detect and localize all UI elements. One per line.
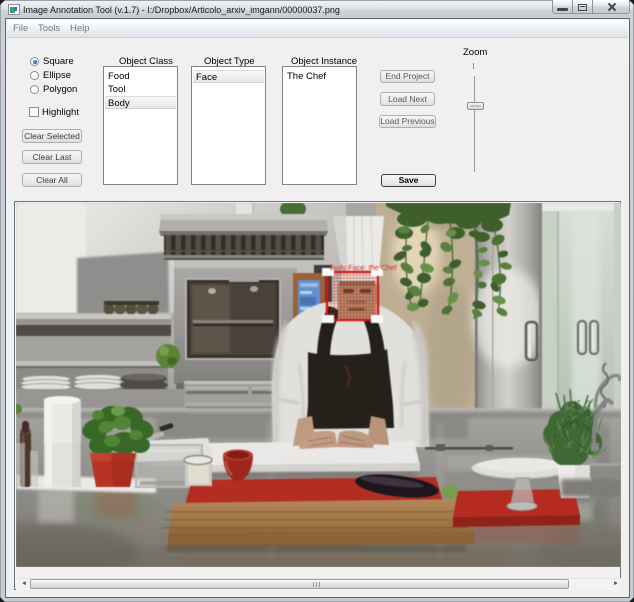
svg-text:body:Face: the Chef: body:Face: the Chef <box>330 263 398 272</box>
